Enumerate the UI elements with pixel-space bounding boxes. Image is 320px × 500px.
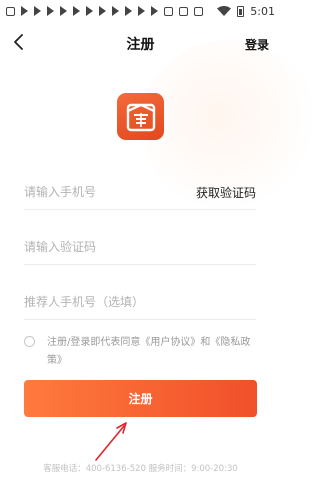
status-bar: 5:01 (0, 0, 281, 22)
get-code-button[interactable]: 获取验证码 (196, 184, 256, 201)
app-logo-icon (126, 103, 155, 131)
notification-square-icon (194, 6, 203, 16)
register-button[interactable]: 注册 (24, 380, 257, 417)
wifi-icon (217, 6, 232, 16)
play-icon (138, 6, 145, 16)
phone-field: 获取验证码 (24, 174, 256, 210)
annotation-arrow-icon (95, 422, 127, 461)
service-info: 客服电话：400-6136-520 服务时间：9:00-20:30 (43, 464, 238, 474)
page-title: 注册 (126, 37, 155, 53)
code-field (24, 229, 256, 265)
status-right: 5:01 (217, 0, 275, 22)
play-icon (151, 6, 158, 16)
battery-icon (237, 5, 245, 17)
play-icon (125, 6, 132, 16)
app-logo (117, 93, 164, 140)
notification-square-icon (179, 6, 188, 16)
status-time: 5:01 (250, 4, 275, 18)
play-icon (34, 6, 41, 16)
agreement-radio[interactable] (24, 336, 35, 347)
back-arrow-icon (14, 34, 23, 50)
play-icon (99, 6, 106, 16)
back-button[interactable] (10, 32, 26, 52)
referrer-field (24, 284, 256, 320)
agreement-row: 注册/登录即代表同意《用户协议》和《隐私政策》 (24, 334, 256, 370)
notification-square-icon (164, 6, 173, 16)
agreement-text[interactable]: 注册/登录即代表同意《用户协议》和《隐私政策》 (47, 334, 252, 370)
play-icon (21, 6, 28, 16)
notification-square-icon (6, 6, 15, 16)
play-icon (73, 6, 80, 16)
notification-icons (6, 6, 203, 16)
nav-bar: 注册 登录 (0, 28, 281, 56)
phone-input[interactable] (24, 184, 174, 199)
play-icon (86, 6, 93, 16)
code-input[interactable] (24, 239, 174, 254)
login-link[interactable]: 登录 (245, 36, 269, 53)
referrer-phone-input[interactable] (24, 294, 244, 309)
play-icon (112, 6, 119, 16)
play-icon (47, 6, 54, 16)
play-icon (60, 6, 67, 16)
